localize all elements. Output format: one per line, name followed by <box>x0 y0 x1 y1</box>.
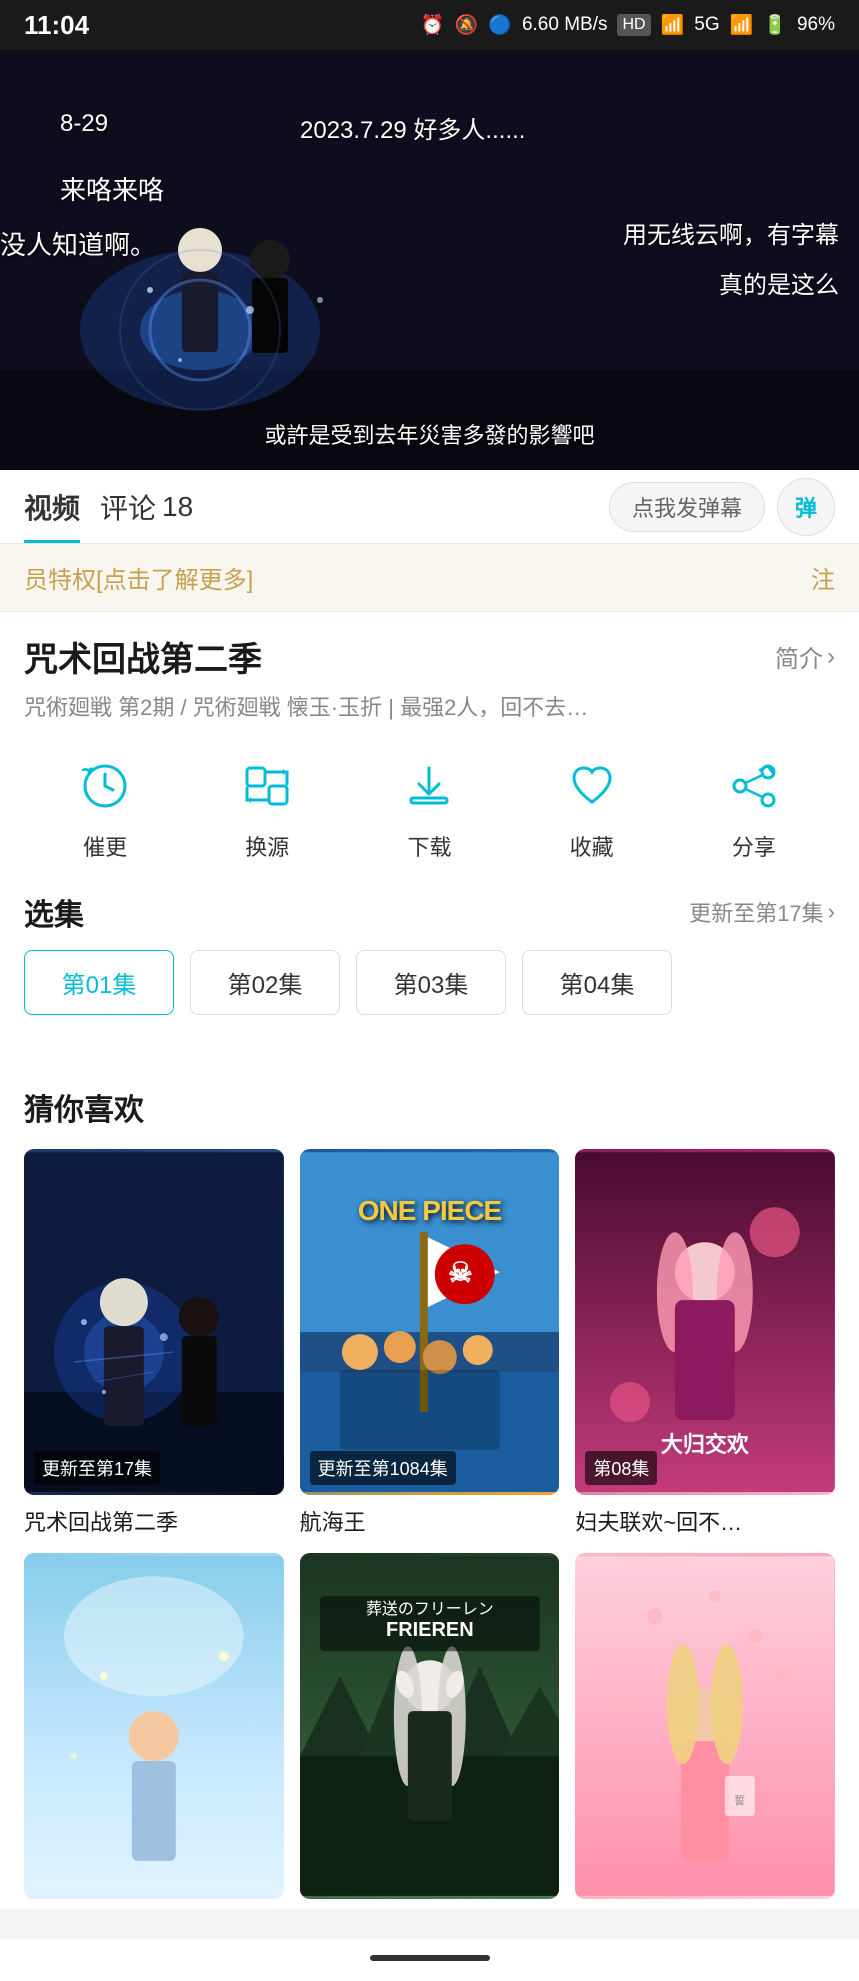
anime-tags: 咒術廻戦 第2期 / 咒術廻戦 懐玉·玉折 | 最强2人，回不去… <box>24 691 835 724</box>
danmaku-line-4: 没人知道啊。 <box>0 225 156 262</box>
danmaku-line-1: 8-29 <box>60 110 108 138</box>
episode-btn-01[interactable]: 第01集 <box>24 950 174 1015</box>
recommend-thumb-jujutsu: 更新至第17集 <box>24 1149 284 1495</box>
bluetooth-icon: 🔵 <box>488 13 512 37</box>
recommend-item-anime3[interactable]: 大归交欢 第08集 妇夫联欢~回不… <box>575 1149 835 1537</box>
jujutsu-badge: 更新至第17集 <box>34 1451 160 1485</box>
danmaku-line-5: 用无线云啊，有字幕 <box>623 215 839 250</box>
collect-label: 收藏 <box>570 830 614 862</box>
danmaku-overlay: 8-29 2023.7.29 好多人...... 来咯来咯 没人知道啊。 用无线… <box>0 50 859 470</box>
episode-more-link[interactable]: 更新至第17集 › <box>689 896 835 928</box>
status-time-area: 11:04 <box>24 10 89 41</box>
danmaku-actions: 点我发弹幕 弹 <box>609 478 835 536</box>
svg-text:☠: ☠ <box>447 1257 472 1288</box>
signal-icon: 5G <box>694 14 719 36</box>
clock-icon <box>71 752 139 820</box>
battery-icon: 🔋 <box>763 13 787 37</box>
collect-button[interactable]: 收藏 <box>558 752 626 862</box>
episode-btn-02[interactable]: 第02集 <box>190 950 340 1015</box>
status-icons: ⏰ 🔕 🔵 6.60 MB/s HD 📶 5G 📶 🔋 96% <box>421 13 835 37</box>
svg-text:大归交欢: 大归交欢 <box>661 1432 750 1457</box>
onepiece-logo: ONE PIECE <box>358 1195 501 1227</box>
recommend-thumb-anime6: 誓 <box>575 1553 835 1899</box>
member-text: 员特权[点击了解更多] <box>24 560 253 595</box>
recommend-item-frieren[interactable]: 葬送のフリーレン FRIEREN <box>300 1553 560 1909</box>
video-subtitle: 或許是受到去年災害多發的影響吧 <box>0 418 859 450</box>
episode-section-header: 选集 更新至第17集 › <box>24 890 835 934</box>
signal-bars: 📶 <box>730 13 754 37</box>
danmaku-line-6: 真的是这么 <box>719 265 839 300</box>
tab-comments[interactable]: 评论 18 <box>100 470 213 543</box>
episode-list: 第01集 第02集 第03集 第04集 <box>24 950 835 1015</box>
recommend-item-anime6[interactable]: 誓 <box>575 1553 835 1909</box>
recommend-thumb-frieren: 葬送のフリーレン FRIEREN <box>300 1553 560 1899</box>
onepiece-title: 航海王 <box>300 1505 560 1537</box>
swap-icon <box>233 752 301 820</box>
action-row: 催更 换源 <box>24 752 835 862</box>
episode-btn-04[interactable]: 第04集 <box>522 950 672 1015</box>
alarm-icon: ⏰ <box>421 13 445 37</box>
urge-label: 催更 <box>83 830 127 862</box>
switch-source-label: 换源 <box>245 830 289 862</box>
jujutsu-title: 咒术回战第二季 <box>24 1505 284 1537</box>
status-bar: 11:04 ⏰ 🔕 🔵 6.60 MB/s HD 📶 5G 📶 🔋 96% <box>0 0 859 50</box>
danmaku-line-2: 2023.7.29 好多人...... <box>300 110 819 145</box>
bottom-bar <box>0 1939 859 1981</box>
recommend-item-anime4[interactable] <box>24 1553 284 1909</box>
member-right-text: 注 <box>811 560 835 595</box>
recommend-grid: 更新至第17集 咒术回战第二季 ☠ <box>24 1149 835 1909</box>
wifi-icon: 📶 <box>661 13 685 37</box>
svg-text:誓: 誓 <box>735 1794 746 1807</box>
tab-video[interactable]: 视频 <box>24 470 100 543</box>
switch-source-button[interactable]: 换源 <box>233 752 301 862</box>
member-banner[interactable]: 员特权[点击了解更多] 注 <box>0 544 859 612</box>
download-icon <box>395 752 463 820</box>
danmaku-toggle-button[interactable]: 弹 <box>777 478 835 536</box>
video-background: 8-29 2023.7.29 好多人...... 来咯来咯 没人知道啊。 用无线… <box>0 50 859 470</box>
episode-btn-03[interactable]: 第03集 <box>356 950 506 1015</box>
content-area: 咒术回战第二季 简介 › 咒術廻戦 第2期 / 咒術廻戦 懐玉·玉折 | 最强2… <box>0 612 859 1065</box>
anime-title: 咒术回战第二季 <box>24 632 262 681</box>
urge-button[interactable]: 催更 <box>71 752 139 862</box>
anime3-title: 妇夫联欢~回不… <box>575 1505 835 1537</box>
chevron-right-icon: › <box>827 643 835 671</box>
recommend-item-onepiece[interactable]: ☠ ONE PIECE 更新至第1084集 航海王 <box>300 1149 560 1537</box>
recommend-thumb-anime4 <box>24 1553 284 1899</box>
danmaku-send-button[interactable]: 点我发弹幕 <box>609 482 765 532</box>
heart-icon <box>558 752 626 820</box>
status-time: 11:04 <box>24 10 89 41</box>
recommend-title: 猜你喜欢 <box>24 1085 835 1129</box>
recommend-item-jujutsu[interactable]: 更新至第17集 咒术回战第二季 <box>24 1149 284 1537</box>
video-player[interactable]: 8-29 2023.7.29 好多人...... 来咯来咯 没人知道啊。 用无线… <box>0 50 859 470</box>
onepiece-badge: 更新至第1084集 <box>310 1451 456 1485</box>
anime3-badge: 第08集 <box>585 1451 657 1485</box>
svg-text:葬送のフリーレン: 葬送のフリーレン <box>366 1600 494 1618</box>
intro-link[interactable]: 简介 › <box>775 639 835 674</box>
share-button[interactable]: 分享 <box>720 752 788 862</box>
tabs-bar: 视频 评论 18 点我发弹幕 弹 <box>0 470 859 544</box>
share-icon <box>720 752 788 820</box>
danmaku-line-3: 来咯来咯 <box>60 170 164 207</box>
comment-count: 18 <box>162 491 193 523</box>
recommend-section: 猜你喜欢 <box>0 1065 859 1909</box>
svg-text:FRIEREN: FRIEREN <box>386 1619 474 1641</box>
hd-badge: HD <box>617 14 650 36</box>
mute-icon: 🔕 <box>455 13 479 37</box>
download-button[interactable]: 下载 <box>395 752 463 862</box>
share-label: 分享 <box>732 830 776 862</box>
recommend-thumb-anime3: 大归交欢 第08集 <box>575 1149 835 1495</box>
network-speed: 6.60 MB/s <box>522 14 608 36</box>
scroll-indicator <box>370 1955 490 1961</box>
download-label: 下载 <box>407 830 451 862</box>
chevron-right-icon-episodes: › <box>828 899 835 925</box>
battery-percent: 96% <box>797 14 835 36</box>
recommend-thumb-onepiece: ☠ ONE PIECE 更新至第1084集 <box>300 1149 560 1495</box>
episode-section-title: 选集 <box>24 890 84 934</box>
title-row: 咒术回战第二季 简介 › <box>24 632 835 681</box>
